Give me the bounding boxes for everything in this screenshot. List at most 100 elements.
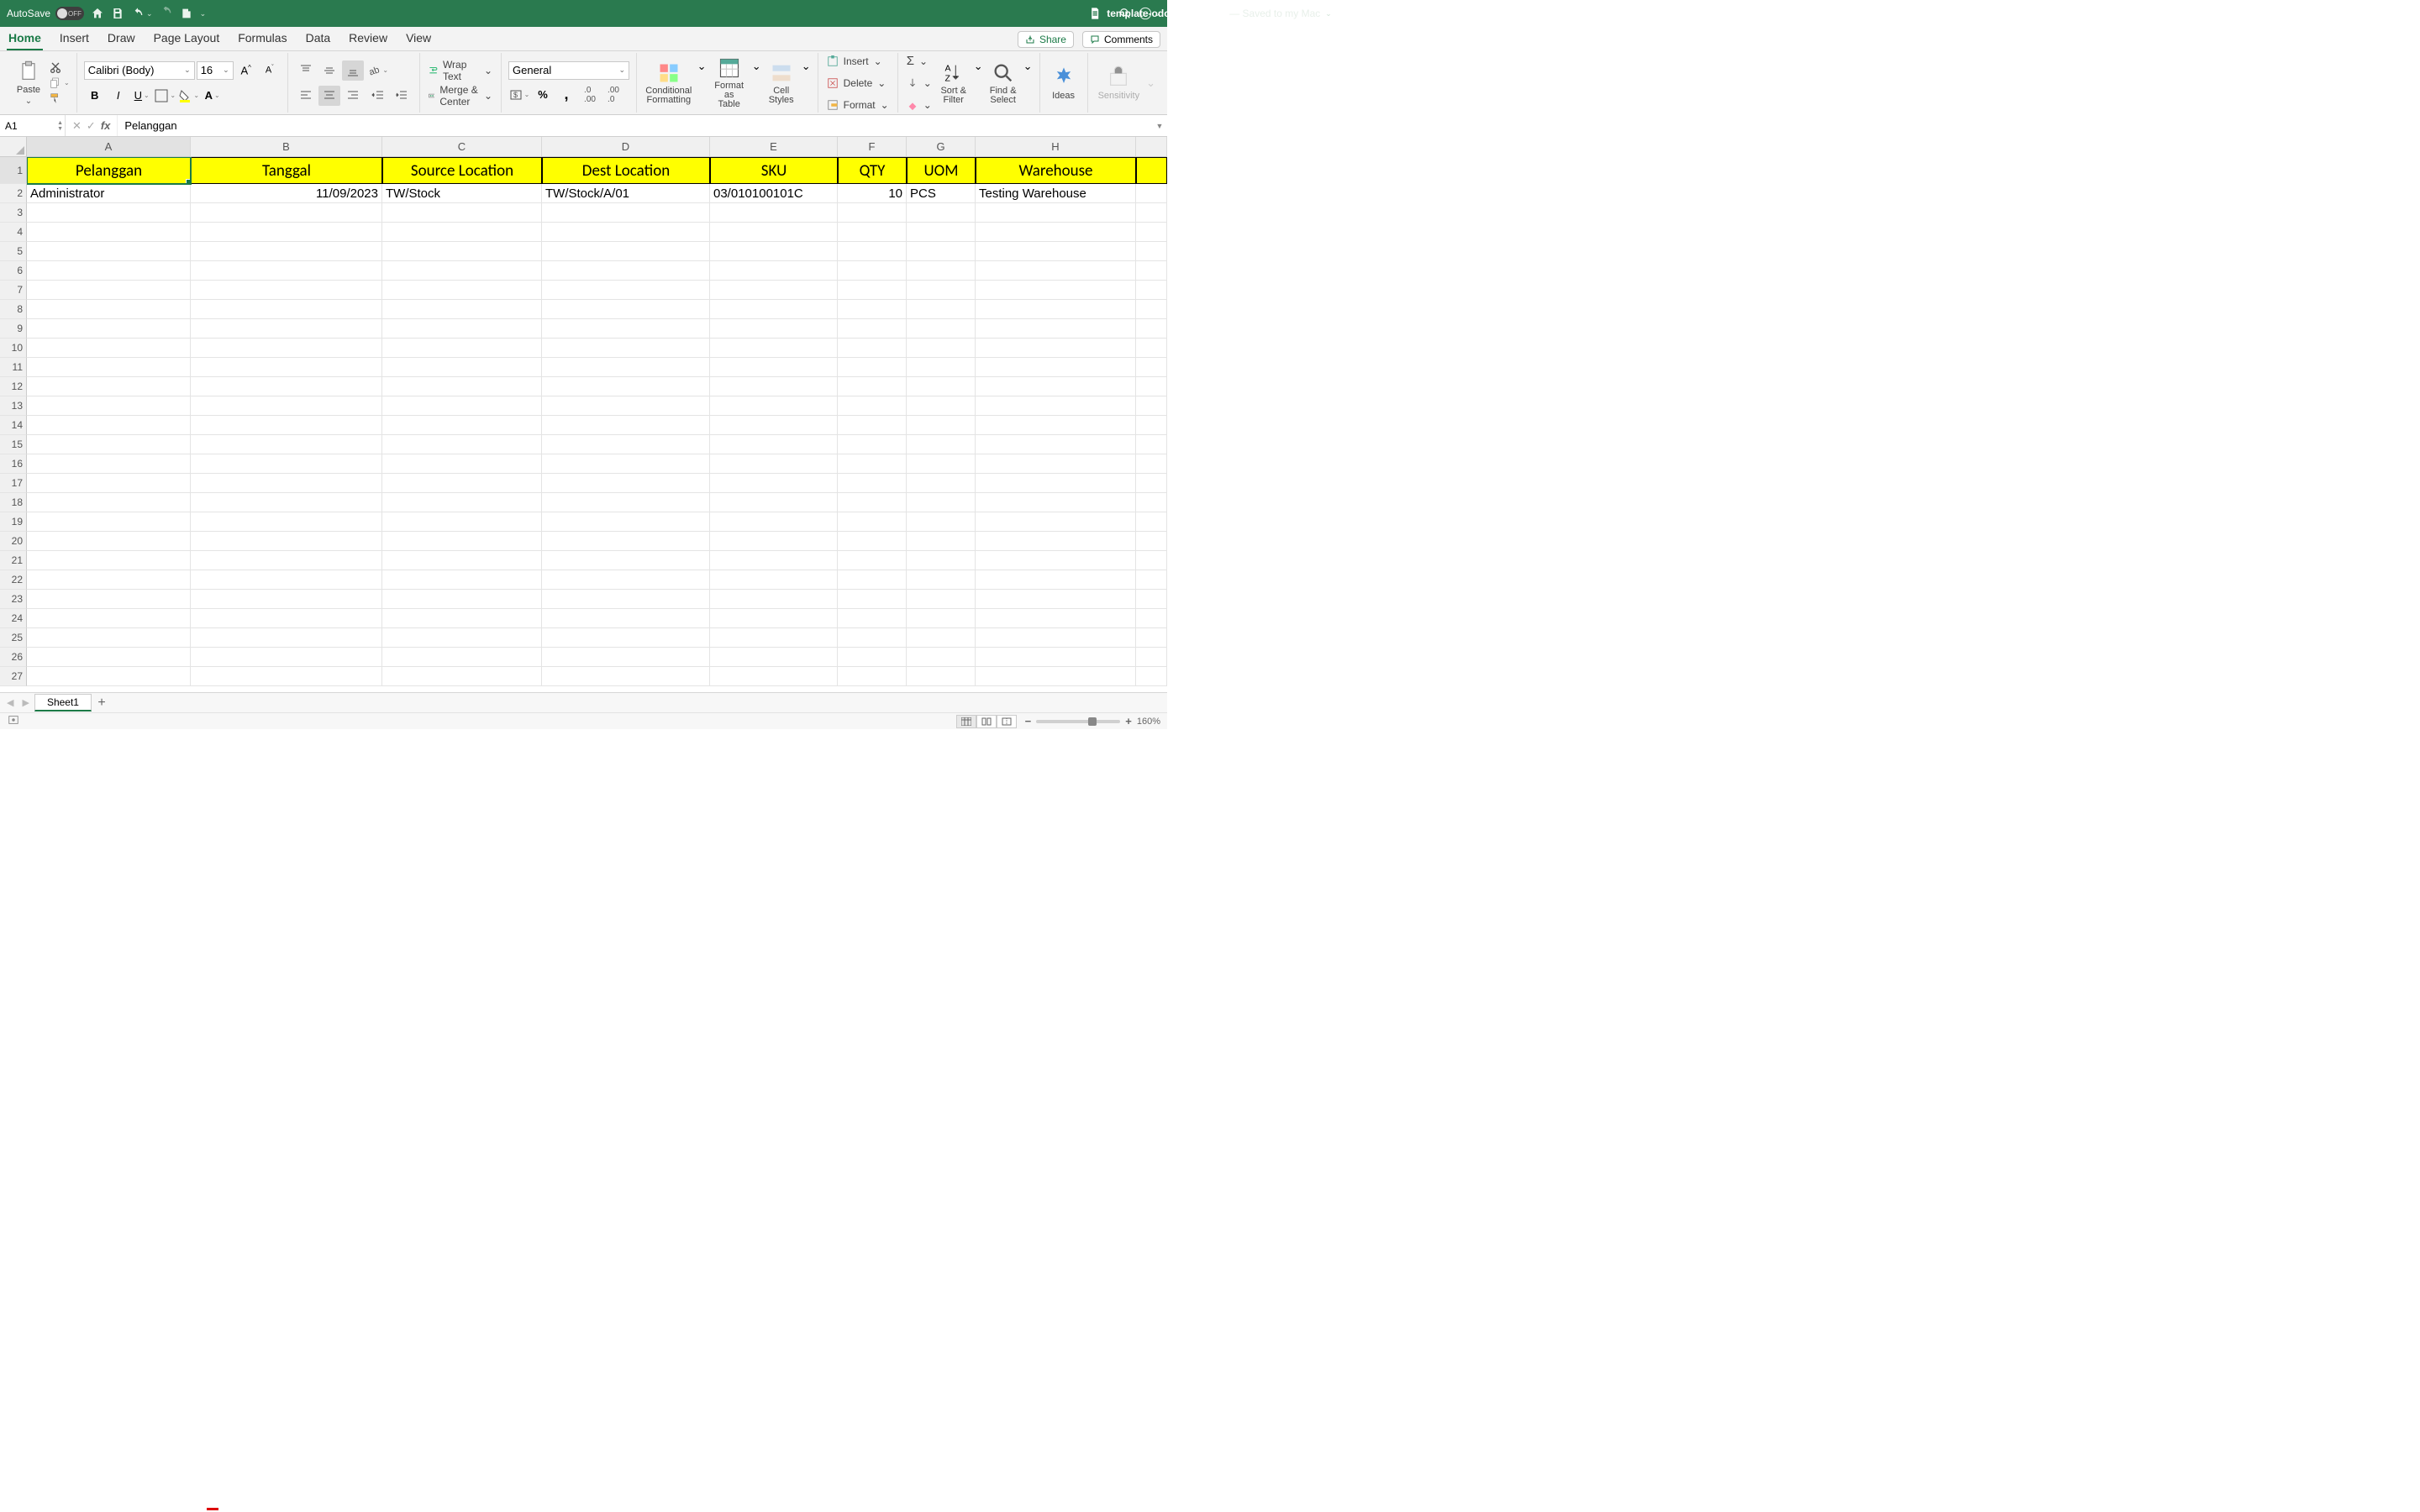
cut-button[interactable]	[49, 61, 70, 75]
cell-F24[interactable]	[838, 609, 907, 628]
tab-insert[interactable]: Insert	[58, 28, 91, 50]
column-header-C[interactable]: C	[382, 137, 542, 157]
cell-B16[interactable]	[191, 454, 382, 474]
cell-F6[interactable]	[838, 261, 907, 281]
align-center-button[interactable]	[318, 86, 340, 106]
fill-color-button[interactable]: ⌄	[178, 86, 200, 106]
cell-F14[interactable]	[838, 416, 907, 435]
cell-E12[interactable]	[710, 377, 838, 396]
cell-E25[interactable]	[710, 628, 838, 648]
cell-C8[interactable]	[382, 300, 542, 319]
column-header-H[interactable]: H	[976, 137, 1136, 157]
cell-D26[interactable]	[542, 648, 710, 667]
insert-cells-button[interactable]: Insert⌄	[825, 52, 891, 71]
cell-A11[interactable]	[27, 358, 191, 377]
cell-G16[interactable]	[907, 454, 976, 474]
cell-E8[interactable]	[710, 300, 838, 319]
cell-A14[interactable]	[27, 416, 191, 435]
cell-G4[interactable]	[907, 223, 976, 242]
cell-A12[interactable]	[27, 377, 191, 396]
cell-B19[interactable]	[191, 512, 382, 532]
cell-C3[interactable]	[382, 203, 542, 223]
cell-G13[interactable]	[907, 396, 976, 416]
cell-D7[interactable]	[542, 281, 710, 300]
cell-E4[interactable]	[710, 223, 838, 242]
cell-C1[interactable]: Source Location	[382, 157, 542, 184]
autosum-button[interactable]: Σ⌄	[905, 52, 934, 71]
tab-formulas[interactable]: Formulas	[236, 28, 288, 50]
row-header-17[interactable]: 17	[0, 474, 27, 493]
name-box-input[interactable]	[5, 120, 45, 132]
number-format-combo[interactable]: General⌄	[508, 61, 629, 80]
cell-D24[interactable]	[542, 609, 710, 628]
cell-H8[interactable]	[976, 300, 1136, 319]
expand-formula-bar-icon[interactable]: ▼	[1152, 115, 1167, 136]
cell-F9[interactable]	[838, 319, 907, 339]
cell-H3[interactable]	[976, 203, 1136, 223]
cell-D6[interactable]	[542, 261, 710, 281]
cell-D27[interactable]	[542, 667, 710, 686]
cell-H7[interactable]	[976, 281, 1136, 300]
cell-E24[interactable]	[710, 609, 838, 628]
font-name-combo[interactable]: Calibri (Body)⌄	[84, 61, 195, 80]
row-header-16[interactable]: 16	[0, 454, 27, 474]
cell-D22[interactable]	[542, 570, 710, 590]
comma-button[interactable]: ,	[555, 85, 577, 105]
column-header-A[interactable]: A	[27, 137, 191, 157]
cell-A7[interactable]	[27, 281, 191, 300]
decrease-indent-button[interactable]	[367, 86, 389, 106]
row-header-6[interactable]: 6	[0, 261, 27, 281]
cell-E1[interactable]: SKU	[710, 157, 838, 184]
home-icon[interactable]	[91, 7, 104, 20]
cell-F23[interactable]	[838, 590, 907, 609]
cell-B12[interactable]	[191, 377, 382, 396]
cell-D5[interactable]	[542, 242, 710, 261]
cell-E21[interactable]	[710, 551, 838, 570]
cell-H6[interactable]	[976, 261, 1136, 281]
name-box[interactable]: ▲▼	[0, 115, 66, 136]
row-header-15[interactable]: 15	[0, 435, 27, 454]
cell-D11[interactable]	[542, 358, 710, 377]
row-header-4[interactable]: 4	[0, 223, 27, 242]
row-header-26[interactable]: 26	[0, 648, 27, 667]
cell-B17[interactable]	[191, 474, 382, 493]
cell-E7[interactable]	[710, 281, 838, 300]
column-header-D[interactable]: D	[542, 137, 710, 157]
row-header-20[interactable]: 20	[0, 532, 27, 551]
cell-B22[interactable]	[191, 570, 382, 590]
cell-C4[interactable]	[382, 223, 542, 242]
cell-C9[interactable]	[382, 319, 542, 339]
clear-button[interactable]: ⌄	[905, 96, 934, 114]
paste-button[interactable]: Paste ⌄	[12, 58, 45, 108]
fill-button[interactable]: ⌄	[905, 74, 934, 92]
cell-H15[interactable]	[976, 435, 1136, 454]
cell-B18[interactable]	[191, 493, 382, 512]
cell-A24[interactable]	[27, 609, 191, 628]
cell-H22[interactable]	[976, 570, 1136, 590]
row-header-22[interactable]: 22	[0, 570, 27, 590]
cell-A3[interactable]	[27, 203, 191, 223]
sort-filter-button[interactable]: AZ Sort & Filter	[937, 60, 971, 107]
cell-E20[interactable]	[710, 532, 838, 551]
column-header-E[interactable]: E	[710, 137, 838, 157]
tab-view[interactable]: View	[404, 28, 433, 50]
cell-B25[interactable]	[191, 628, 382, 648]
cell-G6[interactable]	[907, 261, 976, 281]
cell-H27[interactable]	[976, 667, 1136, 686]
view-page-layout-button[interactable]	[976, 715, 997, 728]
cell-D4[interactable]	[542, 223, 710, 242]
cell-H12[interactable]	[976, 377, 1136, 396]
cell-E3[interactable]	[710, 203, 838, 223]
cell-H5[interactable]	[976, 242, 1136, 261]
cell-G20[interactable]	[907, 532, 976, 551]
cell-B23[interactable]	[191, 590, 382, 609]
row-header-10[interactable]: 10	[0, 339, 27, 358]
row-header-21[interactable]: 21	[0, 551, 27, 570]
cell-C11[interactable]	[382, 358, 542, 377]
wrap-text-button[interactable]: Wrap Text⌄	[427, 61, 494, 80]
cell-B27[interactable]	[191, 667, 382, 686]
zoom-slider[interactable]	[1036, 720, 1120, 723]
cell-A23[interactable]	[27, 590, 191, 609]
cell-A16[interactable]	[27, 454, 191, 474]
percent-button[interactable]: %	[532, 85, 554, 105]
